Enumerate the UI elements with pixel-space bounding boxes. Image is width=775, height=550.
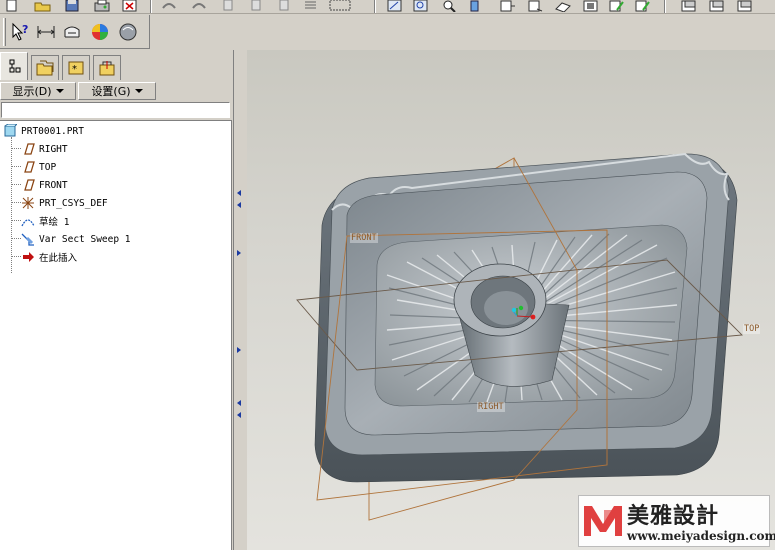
tree-item-label: TOP <box>39 161 57 173</box>
open-folder-icon[interactable] <box>34 0 52 12</box>
select-box-icon[interactable] <box>328 0 351 12</box>
chevron-down-icon <box>55 89 64 93</box>
print-icon[interactable] <box>94 0 112 12</box>
tree-item-sketch[interactable]: 草绘 1 <box>20 212 69 230</box>
paste-icon[interactable] <box>276 0 294 12</box>
watermark-title: 美雅設計 <box>627 503 720 529</box>
top-plane-label[interactable]: TOP <box>743 324 761 334</box>
collapse-arrow-icon[interactable] <box>237 202 241 208</box>
main-toolbar <box>0 0 775 14</box>
measure-icon[interactable] <box>34 20 58 44</box>
graphics-window[interactable]: FRONT TOP RIGHT <box>247 50 775 550</box>
window-icon-3[interactable] <box>736 0 754 12</box>
repaint-icon[interactable] <box>386 0 404 12</box>
model-display-icon[interactable] <box>116 20 140 44</box>
tree-item-label: RIGHT <box>39 143 68 155</box>
secondary-toolbar: ? <box>0 15 150 49</box>
model-tree-icon <box>9 59 21 72</box>
settings-menu-button[interactable]: 设置(G) <box>78 82 156 100</box>
chevron-down-icon <box>134 89 143 93</box>
reorient-icon[interactable] <box>498 0 516 12</box>
view-manager-icon[interactable] <box>582 0 600 12</box>
window-icon-2[interactable] <box>708 0 726 12</box>
tree-item-front[interactable]: FRONT <box>20 176 68 194</box>
analysis-icon[interactable] <box>60 20 84 44</box>
context-help-icon[interactable]: ? <box>8 20 32 44</box>
show-menu-button[interactable]: 显示(D) <box>0 82 76 100</box>
datum-plane-icon <box>20 160 36 174</box>
sketch-icon <box>20 214 36 228</box>
csys-icon <box>20 196 36 210</box>
tree-item-insert-here[interactable]: 在此插入 <box>20 248 77 266</box>
navigator-menus: 显示(D) 设置(G) <box>0 81 233 101</box>
right-plane-label[interactable]: RIGHT <box>477 402 505 412</box>
tab-favorites[interactable]: * <box>62 55 90 80</box>
tree-item-root[interactable]: PRT0001.PRT <box>2 122 84 140</box>
tree-item-sweep[interactable]: Var Sect Sweep 1 <box>20 230 131 248</box>
tab-connections[interactable] <box>93 55 121 80</box>
tree-item-top[interactable]: TOP <box>20 158 56 176</box>
expand-arrow-icon[interactable] <box>237 250 241 256</box>
window-icon[interactable] <box>680 0 698 12</box>
datum-plane-icon <box>20 178 36 192</box>
refit-icon[interactable] <box>466 0 484 12</box>
layers-icon[interactable] <box>554 0 572 13</box>
watermark-url: www.meiyadesign.com <box>627 529 775 543</box>
navigator-panel: * 显示(D) 设置(G) PRT0001.PRT RIGHT TOP FRON… <box>0 50 233 550</box>
close-window-icon[interactable] <box>122 0 140 12</box>
undo-icon[interactable] <box>160 0 178 12</box>
connections-icon <box>99 61 115 76</box>
model-tree: PRT0001.PRT RIGHT TOP FRONT PRT_CSYS_DEF… <box>0 120 232 550</box>
edit-icon[interactable] <box>608 0 626 12</box>
tab-model-tree[interactable] <box>0 52 28 80</box>
settings-menu-label: 设置(G) <box>91 85 131 98</box>
copy-icon[interactable] <box>248 0 266 12</box>
meiya-logo-icon <box>584 506 622 536</box>
tree-item-label: FRONT <box>39 179 68 191</box>
tree-item-label: 草绘 1 <box>39 217 70 228</box>
folder-browser-icon <box>36 60 54 76</box>
zoom-out-icon[interactable] <box>440 0 458 13</box>
sketch-tool-icon[interactable] <box>634 0 652 12</box>
navigator-tabs: * <box>0 52 233 80</box>
toolbar-grip[interactable] <box>3 18 6 46</box>
tree-item-label: PRT0001.PRT <box>21 125 84 137</box>
tree-item-csys[interactable]: PRT_CSYS_DEF <box>20 194 108 212</box>
show-menu-label: 显示(D) <box>12 85 52 98</box>
cut-icon[interactable] <box>220 0 238 12</box>
watermark: 美雅設計 www.meiyadesign.com <box>578 495 775 547</box>
expand-arrow-icon[interactable] <box>237 347 241 353</box>
tab-folder-browser[interactable] <box>31 55 59 80</box>
insert-here-arrow-icon <box>20 250 36 264</box>
sweep-icon <box>20 232 36 246</box>
zoom-in-icon[interactable] <box>412 0 430 12</box>
collapse-arrow-icon[interactable] <box>237 400 241 406</box>
collapse-arrow-icon[interactable] <box>237 190 241 196</box>
toolbar-separator <box>150 0 152 13</box>
tree-item-label: 在此插入 <box>39 253 78 264</box>
redo-icon[interactable] <box>190 0 208 12</box>
favorites-icon: * <box>68 61 84 75</box>
tree-item-label: Var Sect Sweep 1 <box>39 233 131 245</box>
tree-item-label: PRT_CSYS_DEF <box>39 197 108 209</box>
toolbar-separator <box>664 0 666 13</box>
appearance-icon[interactable] <box>88 20 112 44</box>
panel-splitter[interactable] <box>233 50 247 550</box>
svg-text:*: * <box>72 64 77 75</box>
front-plane-label[interactable]: FRONT <box>350 233 378 243</box>
tree-connector <box>11 137 12 273</box>
toolbar-separator <box>374 0 376 13</box>
datum-plane-icon <box>20 142 36 156</box>
svg-text:?: ? <box>22 23 28 36</box>
model-graphics <box>296 152 743 521</box>
tree-item-right[interactable]: RIGHT <box>20 140 68 158</box>
part-icon <box>2 124 18 138</box>
new-file-icon[interactable] <box>4 0 22 12</box>
tree-filter-field[interactable] <box>1 102 230 118</box>
collapse-arrow-icon[interactable] <box>237 412 241 418</box>
saved-views-icon[interactable] <box>526 0 544 12</box>
paste-special-icon[interactable] <box>302 0 320 12</box>
save-icon[interactable] <box>64 0 82 12</box>
